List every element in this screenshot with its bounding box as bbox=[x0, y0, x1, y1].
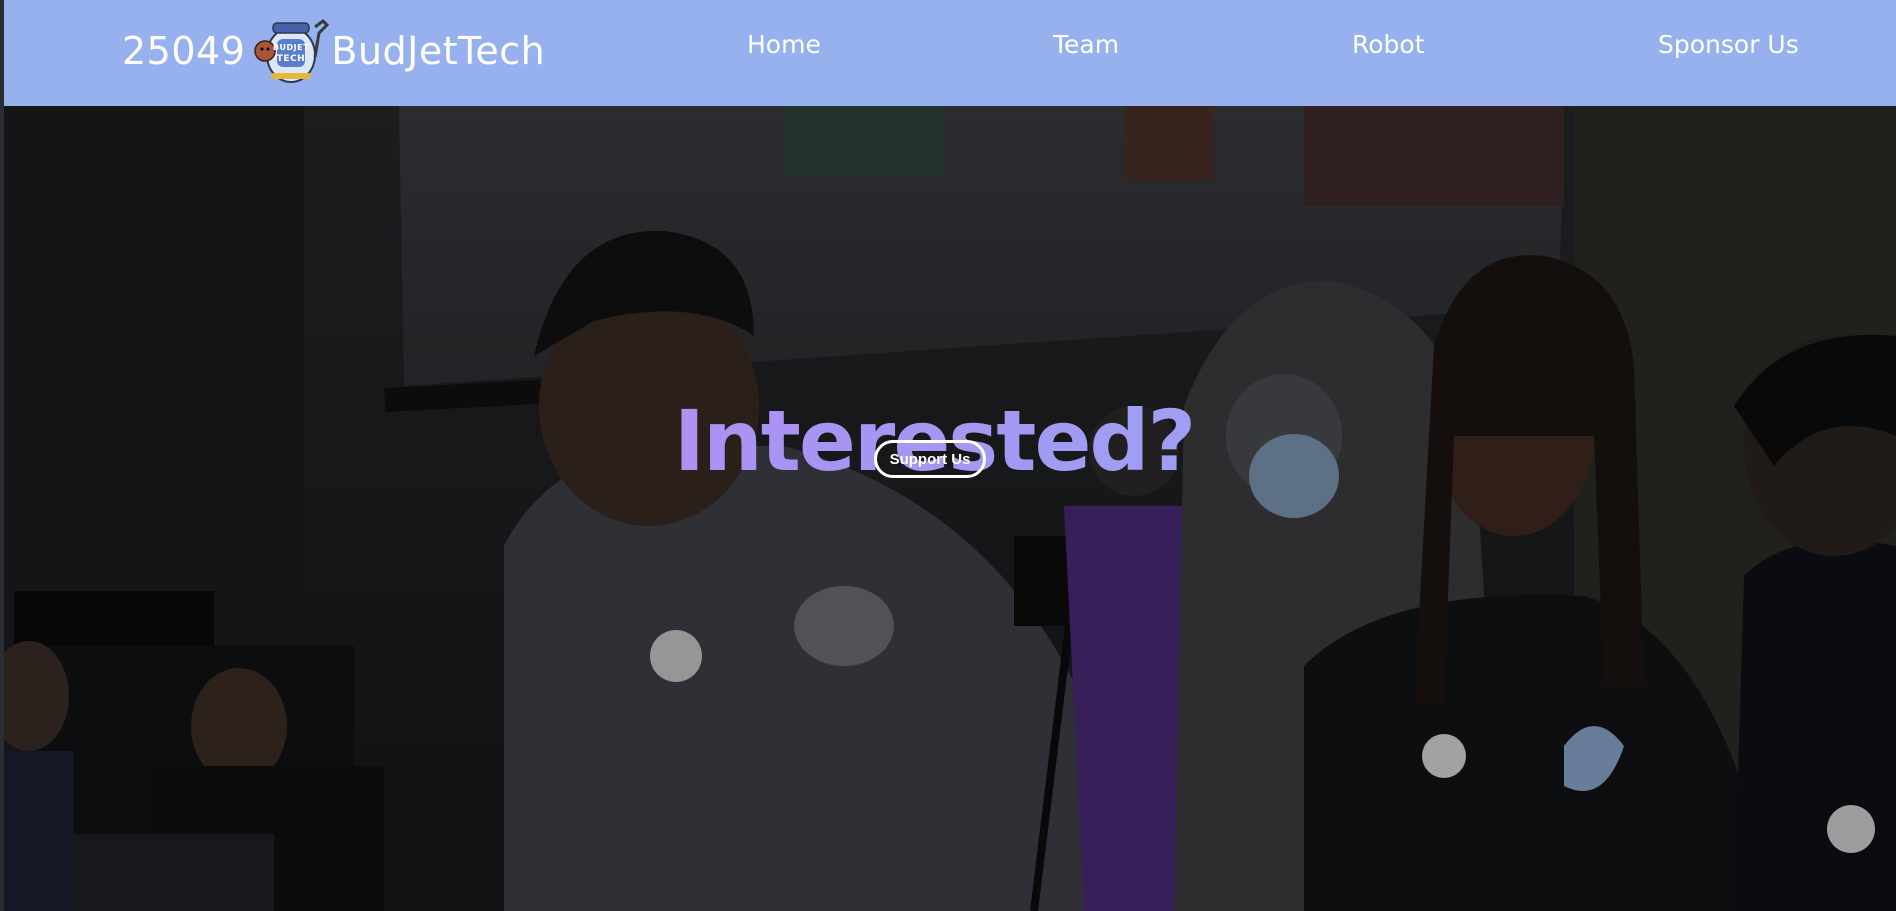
brand-link[interactable]: 25049 BUDJET TECH BudJetTech bbox=[122, 16, 545, 86]
brand-name: BudJetTech bbox=[331, 29, 546, 73]
brand-number: 25049 bbox=[122, 29, 246, 73]
support-us-button[interactable]: Support Us bbox=[874, 440, 986, 478]
hero-section: Interested? Support Us bbox=[4, 106, 1896, 911]
svg-text:TECH: TECH bbox=[277, 54, 305, 64]
team-photo-background bbox=[4, 106, 1896, 911]
top-navbar: 25049 BUDJET TECH BudJetTech Home Team R… bbox=[4, 0, 1896, 106]
nav-robot-link[interactable]: Robot bbox=[1352, 30, 1425, 59]
budjet-tech-logo-icon: BUDJET TECH bbox=[254, 19, 330, 83]
nav-team-link[interactable]: Team bbox=[1053, 30, 1119, 59]
nav-sponsor-us-link[interactable]: Sponsor Us bbox=[1658, 30, 1799, 59]
nav-home-link[interactable]: Home bbox=[747, 30, 821, 59]
left-edge-strip bbox=[0, 0, 4, 911]
svg-text:BUDJET: BUDJET bbox=[273, 43, 309, 52]
